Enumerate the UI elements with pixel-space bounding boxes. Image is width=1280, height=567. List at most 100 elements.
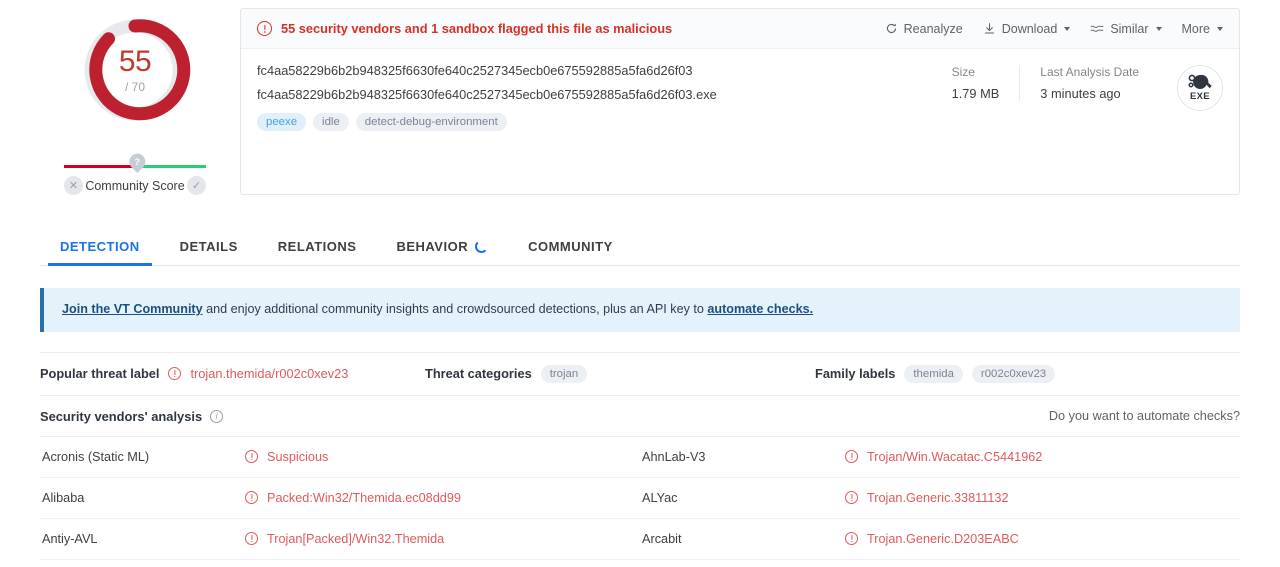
file-tag-peexe[interactable]: peexe [257, 113, 307, 131]
community-score-pin-row: ? [64, 148, 206, 173]
file-card-header: 55 security vendors and 1 sandbox flagge… [241, 9, 1239, 49]
chevron-down-icon [1155, 26, 1162, 31]
file-name[interactable]: fc4aa58229b6b2b948325f6630fe640c2527345e… [257, 87, 932, 102]
chevron-down-icon [1064, 26, 1071, 31]
tab-behavior-label: BEHAVIOR [396, 239, 469, 254]
community-score-marker-label: ? [134, 156, 141, 167]
alert-circle-icon [845, 491, 858, 505]
vendor-name: Alibaba [42, 490, 85, 505]
tab-detection[interactable]: DETECTION [40, 229, 160, 266]
family-labels-block: Family labels themida r002c0xev23 [815, 364, 1056, 383]
popular-threat-label-value[interactable]: trojan.themida/r002c0xev23 [190, 366, 348, 381]
file-size-value: 1.79 MB [951, 86, 1000, 101]
file-tag-list: peexe idle detect-debug-environment [257, 113, 932, 131]
file-summary-card: 55 security vendors and 1 sandbox flagge… [240, 8, 1240, 195]
similar-wave-icon [1090, 25, 1104, 32]
similar-label: Similar [1110, 21, 1149, 36]
threat-categories-block: Threat categories trojan [425, 364, 815, 383]
tab-details[interactable]: DETAILS [160, 229, 258, 265]
alert-circle-icon [168, 367, 182, 381]
automate-checks-link[interactable]: automate checks. [707, 302, 813, 316]
vendors-analysis-grid: Acronis (Static ML) Suspicious Alibaba P… [40, 437, 1240, 567]
similar-button[interactable]: Similar [1090, 21, 1162, 36]
file-sha256[interactable]: fc4aa58229b6b2b948325f6630fe640c2527345e… [257, 63, 932, 78]
alert-circle-icon [257, 21, 272, 36]
download-icon [984, 23, 994, 34]
ring-center-labels: 55 / 70 [79, 14, 191, 126]
more-button[interactable]: More [1182, 22, 1223, 36]
community-join-banner: Join the VT Community and enjoy addition… [40, 288, 1240, 332]
download-label: Download [1001, 21, 1058, 36]
table-row: Antiy-AVL Trojan[Packed]/Win32.Themida [40, 519, 640, 560]
detection-ratio-ring: 55 / 70 [79, 14, 191, 126]
loading-spinner-icon [475, 240, 489, 253]
file-card-body: fc4aa58229b6b2b948325f6630fe640c2527345e… [241, 49, 1239, 143]
vendor-result: Packed:Win32/Themida.ec08dd99 [245, 491, 461, 505]
community-score-block: ? ✕ Community Score ✓ [64, 148, 206, 195]
table-row: Avast Win32:TrojanX-gen [Trj] [40, 560, 640, 567]
detection-count: 55 [118, 44, 152, 78]
file-tag-detect-debug-environment[interactable]: detect-debug-environment [355, 113, 507, 131]
file-size-key: Size [951, 65, 975, 79]
vendor-result-text: Trojan[Packed]/Win32.Themida [267, 531, 445, 546]
vendor-name: Antiy-AVL [42, 531, 98, 546]
vendor-result: Suspicious [245, 450, 328, 464]
vendor-name: Arcabit [642, 531, 682, 546]
family-labels-key: Family labels [815, 366, 896, 382]
threat-label-row: Popular threat label trojan.themida/r002… [40, 351, 1240, 396]
family-label-themida[interactable]: themida [904, 364, 963, 383]
vendors-analysis-title: Security vendors' analysis [40, 408, 203, 424]
detection-tab-content: Join the VT Community and enjoy addition… [40, 288, 1240, 567]
file-actions-toolbar: Reanalyze Download Similar More [885, 22, 1223, 36]
banner-middle-text: and enjoy additional community insights … [202, 302, 708, 316]
vendors-left-column: Acronis (Static ML) Suspicious Alibaba P… [40, 437, 640, 567]
community-score-bar-positive [135, 165, 206, 168]
last-analysis-key: Last Analysis Date [1040, 65, 1139, 79]
table-row: Alibaba Packed:Win32/Themida.ec08dd99 [40, 478, 640, 519]
executable-gear-icon [1188, 74, 1212, 89]
malicious-alert-text: 55 security vendors and 1 sandbox flagge… [281, 21, 673, 36]
tab-community[interactable]: COMMUNITY [508, 229, 633, 265]
check-circle-icon[interactable]: ✓ [187, 176, 206, 195]
table-row: Arcabit Trojan.Generic.D203EABC [640, 519, 1240, 560]
download-button[interactable]: Download [983, 22, 1071, 36]
tab-relations[interactable]: RELATIONS [258, 229, 377, 265]
popular-threat-label-key: Popular threat label [40, 366, 160, 382]
file-size-cell: Size 1.79 MB [932, 65, 1020, 101]
community-score-label-row: ✕ Community Score ✓ [64, 176, 206, 195]
alert-circle-icon [245, 532, 258, 546]
threat-category-trojan[interactable]: trojan [540, 364, 588, 383]
vendor-result: Trojan.Generic.D203EABC [845, 532, 1019, 546]
alert-circle-icon [845, 532, 858, 546]
table-row: AVG Win32:TrojanX-gen [Trj] [640, 560, 1240, 567]
chevron-down-icon [1217, 26, 1223, 31]
alert-circle-icon [245, 450, 258, 464]
vendors-right-column: AhnLab-V3 Trojan/Win.Wacatac.C5441962 AL… [640, 437, 1240, 567]
vendor-name: AhnLab-V3 [642, 449, 706, 464]
automate-checks-prompt[interactable]: Do you want to automate checks? [1049, 409, 1240, 423]
info-icon[interactable]: i [210, 409, 224, 423]
threat-categories-key: Threat categories [425, 366, 532, 382]
file-type-badge: EXE [1177, 65, 1223, 111]
vendors-analysis-header: Security vendors' analysis i Do you want… [40, 396, 1240, 437]
tab-detection-label: DETECTION [60, 239, 140, 254]
file-type-label: EXE [1190, 91, 1210, 102]
detection-total: / 70 [124, 79, 145, 94]
vendor-result: Trojan[Packed]/Win32.Themida [245, 532, 444, 546]
table-row: ALYac Trojan.Generic.33811132 [640, 478, 1240, 519]
reanalyze-button[interactable]: Reanalyze [885, 22, 963, 36]
join-vt-community-link[interactable]: Join the VT Community [62, 302, 203, 316]
report-summary-section: 55 / 70 ? ✕ Community Score ✓ 55 securit… [0, 0, 1280, 195]
virustotal-file-report-page: 55 / 70 ? ✕ Community Score ✓ 55 securit… [0, 0, 1280, 567]
vendors-analysis-title-group: Security vendors' analysis i [40, 408, 224, 424]
tab-details-label: DETAILS [179, 239, 238, 254]
file-tag-idle[interactable]: idle [313, 113, 349, 131]
vendor-result-text: Trojan.Generic.D203EABC [867, 531, 1019, 546]
popular-threat-label-block: Popular threat label trojan.themida/r002… [40, 366, 425, 381]
x-circle-icon[interactable]: ✕ [64, 176, 83, 195]
vendor-result-text: Suspicious [267, 449, 329, 464]
tab-behavior[interactable]: BEHAVIOR [376, 229, 508, 265]
table-row: AhnLab-V3 Trojan/Win.Wacatac.C5441962 [640, 437, 1240, 478]
family-label-r002c0xev23[interactable]: r002c0xev23 [971, 364, 1056, 383]
community-score-label: Community Score [85, 178, 185, 193]
